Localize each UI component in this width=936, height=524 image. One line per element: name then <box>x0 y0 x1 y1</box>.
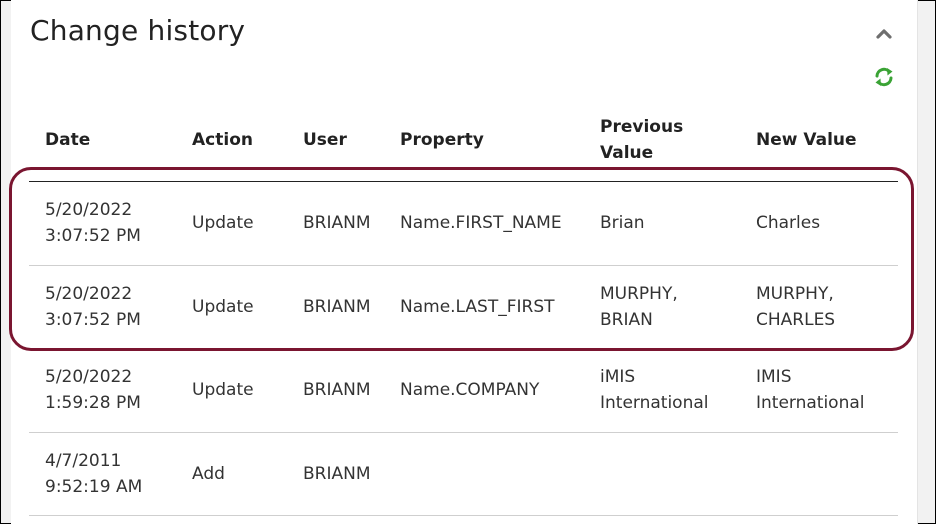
cell-previous-value-line2: International <box>600 393 709 413</box>
cell-time: 9:52:19 AM <box>45 477 143 497</box>
header-previous-value-line2[interactable]: Value <box>600 140 653 166</box>
header-property[interactable]: Property <box>400 127 484 153</box>
cell-previous-value: iMIS <box>600 367 636 387</box>
cell-property: Name.FIRST_NAME <box>400 213 562 233</box>
cell-previous-value-line2: BRIAN <box>600 310 653 330</box>
cell-user: BRIANM <box>303 380 371 400</box>
cell-action: Update <box>192 380 254 400</box>
table-row: 5/20/2022 3:07:52 PM Update BRIANM Name.… <box>0 182 936 266</box>
cell-user: BRIANM <box>303 213 371 233</box>
cell-time: 3:07:52 PM <box>45 226 141 246</box>
header-date[interactable]: Date <box>45 127 90 153</box>
cell-time: 1:59:28 PM <box>45 393 141 413</box>
header-user[interactable]: User <box>303 127 347 153</box>
cell-previous-value: MURPHY, <box>600 284 678 304</box>
table-row: 5/20/2022 3:07:52 PM Update BRIANM Name.… <box>0 266 936 350</box>
cell-date: 5/20/2022 <box>45 367 133 387</box>
cell-time: 3:07:52 PM <box>45 310 141 330</box>
cell-date: 5/20/2022 <box>45 200 133 220</box>
cell-new-value: Charles <box>756 213 821 233</box>
cell-property: Name.LAST_FIRST <box>400 297 555 317</box>
cell-new-value: IMIS <box>756 367 792 387</box>
table-row: 5/20/2022 1:59:28 PM Update BRIANM Name.… <box>0 349 936 433</box>
header-new-value[interactable]: New Value <box>756 127 857 153</box>
cell-new-value: MURPHY, <box>756 284 834 304</box>
cell-new-value-line2: International <box>756 393 865 413</box>
cell-date: 5/20/2022 <box>45 284 133 304</box>
change-history-table: Date Action User Property Previous Value… <box>0 0 936 524</box>
cell-user: BRIANM <box>303 464 371 484</box>
header-action[interactable]: Action <box>192 127 253 153</box>
header-previous-value-line1[interactable]: Previous <box>600 114 683 140</box>
cell-user: BRIANM <box>303 297 371 317</box>
cell-date: 4/7/2011 <box>45 451 122 471</box>
cell-action: Add <box>192 464 225 484</box>
cell-action: Update <box>192 213 254 233</box>
cell-previous-value: Brian <box>600 213 645 233</box>
cell-property: Name.COMPANY <box>400 380 540 400</box>
cell-action: Update <box>192 297 254 317</box>
table-row: 4/7/2011 9:52:19 AM Add BRIANM <box>0 433 936 517</box>
row-divider <box>29 515 898 516</box>
cell-new-value-line2: CHARLES <box>756 310 836 330</box>
